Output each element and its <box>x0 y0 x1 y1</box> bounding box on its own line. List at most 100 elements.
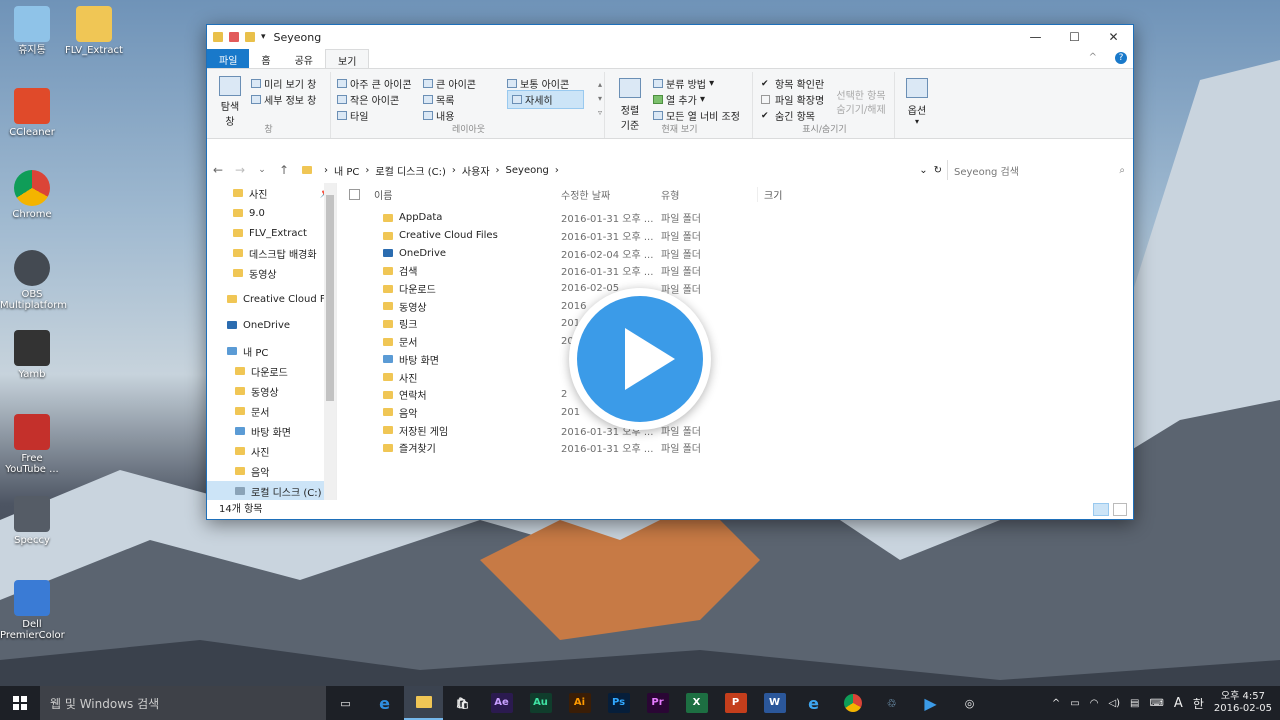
nav-item-downloads[interactable]: 다운로드 <box>207 361 336 381</box>
photoshop-icon[interactable]: Ps <box>599 686 638 720</box>
title-bar[interactable]: ▾ Seyeong — ☐ ✕ <box>207 25 1133 49</box>
network-icon[interactable]: ◠ <box>1090 698 1099 709</box>
nav-scrollbar[interactable] <box>324 183 336 500</box>
internet-explorer-icon[interactable]: e <box>794 686 833 720</box>
action-center-icon[interactable]: ▤ <box>1130 698 1139 709</box>
large-icons-view-icon[interactable] <box>1113 503 1127 516</box>
clock[interactable]: 오후 4:57 2016-02-05 <box>1214 691 1272 715</box>
desktop-icon-speccy[interactable]: Speccy <box>0 496 64 546</box>
list-item[interactable]: 사진 <box>343 368 1133 386</box>
layout-content[interactable]: 내용 <box>423 108 454 123</box>
details-pane-button[interactable]: 세부 정보 창 <box>251 92 316 107</box>
video-play-button[interactable] <box>569 288 711 430</box>
list-item[interactable]: 연락처2폴더 <box>343 386 1133 404</box>
nav-item-videos[interactable]: 동영상 <box>207 381 336 401</box>
list-item[interactable]: 동영상 2016 <box>343 297 1133 315</box>
taskbar-search-input[interactable]: 웹 및 Windows 검색 <box>40 686 326 720</box>
obs-taskbar-icon[interactable]: ◎ <box>950 686 989 720</box>
breadcrumb[interactable]: › 내 PC › 로컬 디스크 (C:) › 사용자 › Seyeong › ⌄… <box>301 160 947 180</box>
nav-item-documents[interactable]: 문서 <box>207 401 336 421</box>
breadcrumb-item[interactable]: 사용자 <box>462 163 490 178</box>
chrome-taskbar-icon[interactable] <box>833 686 872 720</box>
nav-item-flv-extract[interactable]: FLV_Extract <box>207 223 336 243</box>
desktop-icon-flv-extract[interactable]: FLV_Extract <box>62 6 126 56</box>
nav-item-music[interactable]: 음악 <box>207 461 336 481</box>
details-view-icon[interactable] <box>1093 503 1109 516</box>
breadcrumb-item[interactable]: 로컬 디스크 (C:) <box>375 163 446 178</box>
forward-icon[interactable]: → <box>229 163 251 177</box>
nav-item-pictures[interactable]: 사진📌 <box>207 183 336 203</box>
nav-item-9-0[interactable]: 9.0 <box>207 203 336 223</box>
nav-item-local-disk[interactable]: 로컬 디스크 (C:) <box>207 481 336 500</box>
list-item[interactable]: 바탕 화면 <box>343 351 1133 369</box>
layout-medium-icons[interactable]: 보통 아이콘 <box>507 76 569 91</box>
layout-list[interactable]: 목록 <box>423 92 454 107</box>
column-size[interactable]: 크기 <box>757 186 827 202</box>
media-player-icon[interactable]: ▶ <box>911 686 950 720</box>
minimize-button[interactable]: — <box>1016 30 1055 44</box>
volume-icon[interactable]: ◁) <box>1108 698 1120 709</box>
after-effects-icon[interactable]: Ae <box>482 686 521 720</box>
desktop-icon-dell-premiercolor[interactable]: Dell PremierColor <box>0 580 65 641</box>
start-button[interactable] <box>0 686 40 720</box>
refresh-icon[interactable]: ↻ <box>934 165 942 176</box>
layout-scroll-icon[interactable]: ▴ ▾ ▿ <box>598 78 602 120</box>
search-input[interactable]: Seyeong 검색 ⌕ <box>947 160 1133 180</box>
tab-share[interactable]: 공유 <box>283 49 325 68</box>
power-icon[interactable]: ▭ <box>1070 698 1079 709</box>
nav-item-this-pc[interactable]: 내 PC <box>207 341 336 361</box>
list-item[interactable]: OneDrive 2016-02-04 오후 ... 파일 폴더 <box>343 244 1133 262</box>
list-item[interactable]: Creative Cloud Files 2016-01-31 오후 ... 파일 … <box>343 227 1133 245</box>
tab-view[interactable]: 보기 <box>325 49 370 68</box>
up-icon[interactable]: ↑ <box>273 163 295 177</box>
desktop-icon-chrome[interactable]: Chrome <box>0 170 64 220</box>
edge-icon[interactable]: e <box>365 686 404 720</box>
word-icon[interactable]: W <box>755 686 794 720</box>
column-type[interactable]: 유형 <box>661 187 757 202</box>
nav-item-videos-quick[interactable]: 동영상 <box>207 263 336 283</box>
ime-mode[interactable]: A <box>1174 696 1183 711</box>
task-view-icon[interactable]: ▭ <box>326 686 365 720</box>
list-item[interactable]: 문서201 <box>343 333 1133 351</box>
audition-icon[interactable]: Au <box>521 686 560 720</box>
help-icon[interactable]: ? <box>1109 49 1133 68</box>
file-extensions-toggle[interactable]: 파일 확장명 <box>761 92 824 107</box>
excel-icon[interactable]: X <box>677 686 716 720</box>
list-item[interactable]: 링크 201 <box>343 315 1133 333</box>
column-date-modified[interactable]: 수정한 날짜 <box>561 187 661 202</box>
back-icon[interactable]: ← <box>207 163 229 177</box>
hidden-items-toggle[interactable]: ✔ 숨긴 항목 <box>761 108 815 123</box>
breadcrumb-item[interactable]: Seyeong <box>506 165 549 176</box>
layout-small-icons[interactable]: 작은 아이콘 <box>337 92 399 107</box>
hide-selected-items-button[interactable]: 선택한 항목 숨기기/해제 <box>833 90 889 118</box>
recycle-taskbar-icon[interactable]: ♲ <box>872 686 911 720</box>
group-by-button[interactable]: 분류 방법 ▾ <box>653 76 714 91</box>
list-item[interactable]: 저장된 게임 2016-01-31 오후 ... 파일 폴더 <box>343 421 1133 439</box>
layout-details[interactable]: 자세히 <box>507 90 584 109</box>
maximize-button[interactable]: ☐ <box>1055 30 1094 44</box>
nav-scrollbar-thumb[interactable] <box>326 195 334 401</box>
store-icon[interactable]: 🛍 <box>443 686 482 720</box>
list-item[interactable]: 음악201폴더 <box>343 404 1133 422</box>
desktop-icon-yamb[interactable]: Yamb <box>0 330 64 380</box>
file-explorer-icon[interactable] <box>404 686 443 720</box>
collapse-ribbon-icon[interactable]: ^ <box>1077 49 1109 68</box>
layout-extra-large-icons[interactable]: 아주 큰 아이콘 <box>337 76 412 91</box>
list-item[interactable]: AppData 2016-01-31 오후 ... 파일 폴더 <box>343 209 1133 227</box>
desktop-icon-obs[interactable]: OBS Multiplatform <box>0 250 67 311</box>
desktop-icon-recycle-bin[interactable]: 휴지통 <box>0 6 64 56</box>
layout-tiles[interactable]: 타일 <box>337 108 368 123</box>
desktop-icon-free-youtube[interactable]: Free YouTube ... <box>0 414 64 475</box>
nav-item-desktop-backgrounds[interactable]: 데스크탑 배경화 <box>207 243 336 263</box>
list-item[interactable]: 검색 2016-01-31 오후 ... 파일 폴더 <box>343 262 1133 280</box>
preview-pane-button[interactable]: 미리 보기 창 <box>251 76 316 91</box>
item-checkboxes-toggle[interactable]: ✔ 항목 확인란 <box>761 76 824 91</box>
new-folder-icon[interactable] <box>245 32 255 42</box>
nav-item-pictures-pc[interactable]: 사진 <box>207 441 336 461</box>
ime-language[interactable]: 한 <box>1193 695 1204 712</box>
properties-icon[interactable] <box>229 32 239 42</box>
address-dropdown-icon[interactable]: ⌄ <box>919 165 927 176</box>
show-hidden-icons-icon[interactable]: ^ <box>1052 698 1060 709</box>
select-all-checkbox[interactable] <box>349 188 360 200</box>
breadcrumb-item[interactable]: 내 PC <box>334 163 359 178</box>
